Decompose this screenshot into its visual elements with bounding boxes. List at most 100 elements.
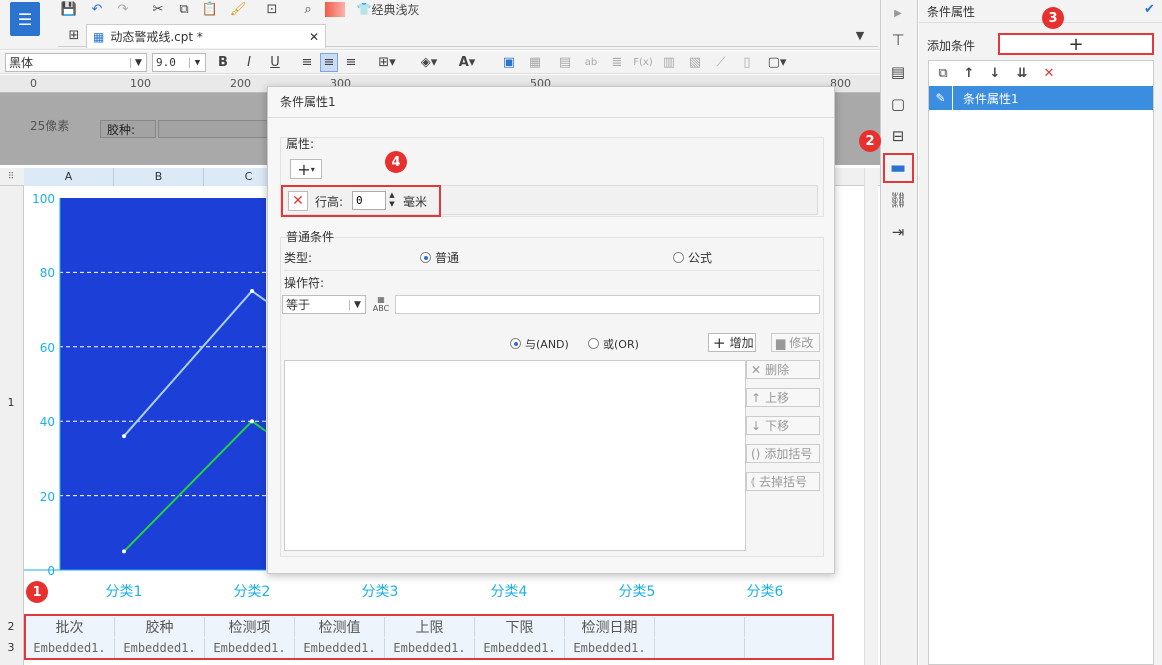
radio-checked-icon — [510, 338, 521, 349]
chevron-down-icon: ▼ — [130, 57, 146, 68]
operator-value-input[interactable] — [395, 295, 820, 314]
border-frame-icon[interactable]: ▢ — [884, 91, 912, 117]
font-name-select[interactable]: 黑体 ▼ — [5, 53, 147, 72]
italic-icon[interactable]: I — [240, 53, 258, 72]
close-tab-icon[interactable]: ✕ — [309, 30, 319, 44]
condition-dialog: 条件属性1 属性: +▾ ✕ 行高: ▲▼ 毫米 普通条件 类型: 普通 公式 … — [267, 86, 835, 574]
bold-icon[interactable]: B — [214, 53, 232, 72]
grid-icon[interactable]: ⊞ — [64, 26, 84, 44]
paste-icon[interactable]: 📋 — [200, 0, 220, 18]
series-2-point-2 — [250, 419, 254, 424]
import-icon[interactable]: ⇥ — [884, 219, 912, 245]
page-icon[interactable]: ▯ — [738, 53, 756, 72]
format-painter-icon[interactable]: 🖌 — [228, 0, 248, 18]
color-swatch-icon[interactable] — [325, 2, 345, 17]
text-icon[interactable]: ab — [582, 53, 600, 72]
font-size-select[interactable]: 9.0 ▼ — [152, 53, 206, 72]
frame-icon[interactable]: ▢▾ — [764, 53, 790, 72]
arrow-down-icon: ↓ — [751, 418, 762, 433]
cell-info-icon[interactable]: ▤ — [884, 59, 912, 85]
row-1-label[interactable]: 1 — [0, 396, 22, 409]
condition-list[interactable] — [284, 360, 746, 551]
condition-item-label: 条件属性1 — [963, 91, 1019, 106]
add-condition-button[interactable]: + 增加 — [708, 333, 756, 352]
copy-icon[interactable]: ⧉ — [174, 0, 194, 18]
formula-icon[interactable]: F(x) — [633, 53, 652, 72]
type-normal-radio[interactable]: 普通 — [420, 249, 459, 266]
modify-button[interactable]: ▆ 修改 — [771, 333, 820, 352]
redo-icon[interactable]: ↷ — [112, 0, 134, 18]
vertical-scrollbar[interactable] — [864, 168, 878, 665]
or-radio[interactable]: 或(OR) — [588, 336, 639, 352]
align-right-icon[interactable]: ≡ — [342, 53, 360, 72]
column-A[interactable]: A — [24, 168, 114, 186]
series-1-point-2 — [250, 289, 254, 293]
select-all-icon[interactable]: ⠿ — [0, 168, 22, 186]
font-color-icon[interactable]: A▾ — [452, 53, 482, 72]
condition-list-item[interactable]: ✎ 条件属性1 — [929, 86, 1153, 110]
file-icon: ▦ — [93, 29, 105, 44]
abc-picker-icon[interactable]: ▦ ABC — [371, 295, 391, 314]
widget-icon[interactable]: ⊟ — [884, 123, 912, 149]
underline-icon[interactable]: U — [266, 53, 284, 72]
save-icon[interactable]: 💾 — [58, 0, 80, 18]
tab-menu-icon[interactable]: ▼ — [852, 28, 868, 42]
align-center-icon[interactable]: ≡ — [320, 53, 338, 72]
row-2-label[interactable]: 2 — [0, 620, 22, 633]
type-formula-radio[interactable]: 公式 — [673, 249, 712, 266]
undo-icon[interactable]: ↶ — [86, 0, 108, 18]
y-tick-60: 60 — [39, 341, 55, 355]
operator-select[interactable]: 等于 ▼ — [282, 295, 366, 314]
add-bracket-button[interactable]: () 添加括号 — [746, 444, 820, 463]
dialog-title: 条件属性1 — [280, 95, 336, 109]
param-label: 胶种: — [100, 120, 156, 138]
app-logo-icon[interactable]: ☰ — [10, 2, 40, 36]
link-icon[interactable]: ⛓ — [884, 187, 912, 213]
insert-icon[interactable]: ▣ — [500, 53, 518, 72]
add-condition-plus-button[interactable]: + — [998, 33, 1154, 55]
richtext-icon[interactable]: ≣ — [608, 53, 626, 72]
ruler-mark-100: 100 — [130, 77, 151, 90]
radio-checked-icon — [420, 252, 431, 263]
delete-condition-icon[interactable]: ✕ — [1040, 64, 1058, 82]
remove-bracket-button[interactable]: ⦅ 去掉括号 — [746, 472, 820, 491]
tab-file[interactable]: ▦ 动态警戒线.cpt * ✕ — [86, 24, 326, 48]
move-up-icon[interactable]: ↑ — [960, 64, 978, 82]
cut-icon[interactable]: ✂ — [148, 0, 168, 18]
move-down-button[interactable]: ↓ 下移 — [746, 416, 820, 435]
row-height-highlight — [281, 185, 441, 217]
type-divider — [284, 270, 820, 271]
remove-bracket-icon: ⦅ — [751, 474, 755, 488]
move-up-button[interactable]: ↑ 上移 — [746, 388, 820, 407]
param-combo[interactable] — [158, 120, 268, 138]
column-B[interactable]: B — [114, 168, 204, 186]
delete-button[interactable]: ✕ 删除 — [746, 360, 820, 379]
cell-attr-icon[interactable]: ⊤ — [884, 27, 912, 53]
table-icon[interactable]: ▦ — [526, 53, 544, 72]
theme-button[interactable]: 👕 经典浅灰 — [352, 0, 424, 18]
image-icon[interactable]: ▤ — [556, 53, 574, 72]
slash-icon[interactable]: ⟋ — [712, 53, 730, 72]
sort-icon[interactable]: ⇊ — [1012, 64, 1032, 82]
dialog-title-divider — [268, 117, 834, 118]
close-icon: ✕ — [751, 362, 762, 377]
row-3-label[interactable]: 3 — [0, 641, 22, 654]
move-down-icon[interactable]: ↓ — [986, 64, 1004, 82]
preview-icon[interactable]: ⊡ — [262, 0, 282, 18]
badge-4: 4 — [385, 151, 407, 173]
find-icon[interactable]: ⌕ — [298, 0, 318, 18]
pin-icon[interactable]: ✔ — [1144, 2, 1155, 17]
chevron-down-icon: ▼ — [189, 57, 205, 68]
add-attr-button[interactable]: + ▾ — [290, 159, 322, 179]
collapse-arrow-icon[interactable]: ▶ — [884, 0, 912, 26]
border-icon[interactable]: ⊞▾ — [372, 53, 402, 72]
copy-condition-icon[interactable]: ⧉ — [934, 64, 952, 82]
fill-color-icon[interactable]: ◈▾ — [414, 53, 444, 72]
x-tick-cat1: 分类1 — [105, 584, 143, 600]
edit-icon: ▆ — [776, 335, 786, 350]
plus-icon: + — [1068, 33, 1084, 55]
chart-icon[interactable]: ▥ — [660, 53, 678, 72]
and-radio[interactable]: 与(AND) — [510, 336, 569, 352]
subreport-icon[interactable]: ▧ — [686, 53, 704, 72]
align-left-icon[interactable]: ≡ — [298, 53, 316, 72]
